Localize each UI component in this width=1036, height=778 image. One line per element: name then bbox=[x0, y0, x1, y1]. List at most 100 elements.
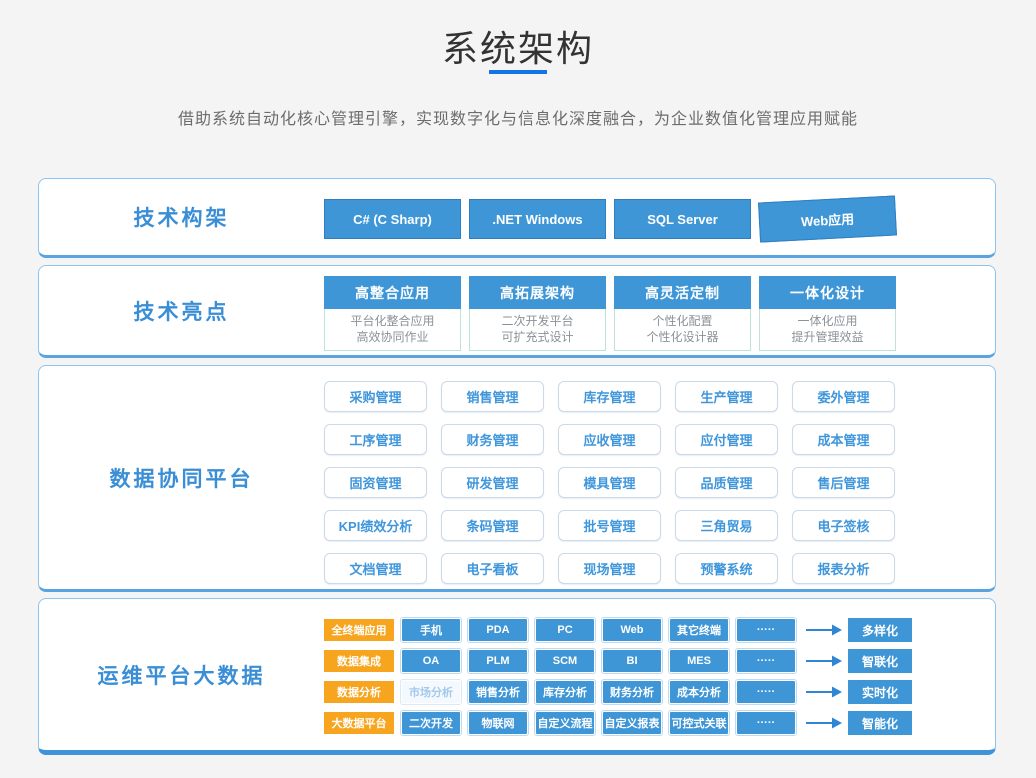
row-tag[interactable]: 数据集成 bbox=[324, 650, 394, 672]
row-chip[interactable]: Web bbox=[603, 619, 661, 641]
module-button[interactable]: 研发管理 bbox=[441, 467, 544, 498]
module-button[interactable]: KPI绩效分析 bbox=[324, 510, 427, 541]
arrow-right-icon bbox=[806, 717, 842, 729]
row-chip[interactable]: PLM bbox=[469, 650, 527, 672]
row-chip[interactable]: 二次开发 bbox=[402, 712, 460, 734]
arrow-right-icon bbox=[806, 655, 842, 667]
row-tag[interactable]: 数据分析 bbox=[324, 681, 394, 703]
module-button[interactable]: 成本管理 bbox=[792, 424, 895, 455]
title-underline bbox=[489, 70, 547, 74]
row-chip[interactable]: 库存分析 bbox=[536, 681, 594, 703]
row-chip[interactable]: SCM bbox=[536, 650, 594, 672]
module-button[interactable]: 工序管理 bbox=[324, 424, 427, 455]
bigdata-row-platform: 大数据平台 二次开发 物联网 自定义流程 自定义报表 可控式关联 ····· 智… bbox=[324, 711, 912, 735]
bigdata-rows: 全终端应用 手机 PDA PC Web 其它终端 ····· 多样化 数据集成 … bbox=[324, 618, 912, 742]
bigdata-row-terminals: 全终端应用 手机 PDA PC Web 其它终端 ····· 多样化 bbox=[324, 618, 912, 642]
row-chip-ellipsis[interactable]: ····· bbox=[737, 681, 795, 703]
card-line: 提升管理效益 bbox=[760, 329, 895, 345]
data-platform-label: 数据协同平台 bbox=[39, 366, 324, 589]
row-chip[interactable]: 销售分析 bbox=[469, 681, 527, 703]
arrow-right-icon bbox=[806, 624, 842, 636]
row-chip[interactable]: OA bbox=[402, 650, 460, 672]
highlight-card-integration: 高整合应用 平台化整合应用 高效协同作业 bbox=[324, 276, 461, 351]
bigdata-row-analysis: 数据分析 市场分析 销售分析 库存分析 财务分析 成本分析 ····· 实时化 bbox=[324, 680, 912, 704]
module-button[interactable]: 售后管理 bbox=[792, 467, 895, 498]
module-button[interactable]: 固资管理 bbox=[324, 467, 427, 498]
card-title: 一体化设计 bbox=[759, 276, 896, 309]
row-chip-ellipsis[interactable]: ····· bbox=[737, 712, 795, 734]
highlight-cards-row: 高整合应用 平台化整合应用 高效协同作业 高拓展架构 二次开发平台 可扩充式设计… bbox=[324, 276, 904, 351]
card-line: 可扩充式设计 bbox=[470, 329, 605, 345]
highlights-label: 技术亮点 bbox=[39, 266, 324, 355]
arrow-right-icon bbox=[806, 686, 842, 698]
row-chip[interactable]: BI bbox=[603, 650, 661, 672]
module-button[interactable]: 三角贸易 bbox=[675, 510, 778, 541]
module-button[interactable]: 现场管理 bbox=[558, 553, 661, 584]
row-chip[interactable]: 其它终端 bbox=[670, 619, 728, 641]
module-button[interactable]: 应付管理 bbox=[675, 424, 778, 455]
row-chip[interactable]: 物联网 bbox=[469, 712, 527, 734]
card-line: 一体化应用 bbox=[760, 313, 895, 329]
row-chip-ellipsis[interactable]: ····· bbox=[737, 619, 795, 641]
row-chip[interactable]: 自定义报表 bbox=[603, 712, 661, 734]
module-button[interactable]: 条码管理 bbox=[441, 510, 544, 541]
module-grid: 采购管理 销售管理 库存管理 生产管理 委外管理 工序管理 财务管理 应收管理 … bbox=[324, 381, 910, 584]
module-button[interactable]: 报表分析 bbox=[792, 553, 895, 584]
module-button[interactable]: 模具管理 bbox=[558, 467, 661, 498]
module-button[interactable]: 文档管理 bbox=[324, 553, 427, 584]
row-chip[interactable]: 自定义流程 bbox=[536, 712, 594, 734]
module-button[interactable]: 生产管理 bbox=[675, 381, 778, 412]
panel-data-platform: 数据协同平台 采购管理 销售管理 库存管理 生产管理 委外管理 工序管理 财务管… bbox=[38, 365, 996, 592]
card-title: 高拓展架构 bbox=[469, 276, 606, 309]
card-title: 高整合应用 bbox=[324, 276, 461, 309]
bigdata-label: 运维平台大数据 bbox=[39, 599, 324, 750]
card-line: 二次开发平台 bbox=[470, 313, 605, 329]
row-chip[interactable]: 手机 bbox=[402, 619, 460, 641]
highlight-card-allinone: 一体化设计 一体化应用 提升管理效益 bbox=[759, 276, 896, 351]
card-line: 个性化设计器 bbox=[615, 329, 750, 345]
result-button[interactable]: 实时化 bbox=[848, 680, 912, 704]
page-subtitle: 借助系统自动化核心管理引擎，实现数字化与信息化深度融合，为企业数值化管理应用赋能 bbox=[0, 105, 1036, 129]
module-button[interactable]: 库存管理 bbox=[558, 381, 661, 412]
card-line: 高效协同作业 bbox=[325, 329, 460, 345]
result-button[interactable]: 智能化 bbox=[848, 711, 912, 735]
card-line: 平台化整合应用 bbox=[325, 313, 460, 329]
row-chip[interactable]: 可控式关联 bbox=[670, 712, 728, 734]
tech-stack-label: 技术构架 bbox=[39, 179, 324, 255]
module-button[interactable]: 电子看板 bbox=[441, 553, 544, 584]
panel-tech-stack: 技术构架 C# (C Sharp) .NET Windows SQL Serve… bbox=[38, 178, 996, 258]
row-chip[interactable]: PC bbox=[536, 619, 594, 641]
tech-button-webapp[interactable]: Web应用 bbox=[758, 195, 897, 242]
tech-button-csharp[interactable]: C# (C Sharp) bbox=[324, 199, 461, 239]
row-chip[interactable]: 市场分析 bbox=[402, 681, 460, 703]
row-chip[interactable]: 成本分析 bbox=[670, 681, 728, 703]
panel-highlights: 技术亮点 高整合应用 平台化整合应用 高效协同作业 高拓展架构 二次开发平台 可… bbox=[38, 265, 996, 358]
card-line: 个性化配置 bbox=[615, 313, 750, 329]
row-chip[interactable]: MES bbox=[670, 650, 728, 672]
row-tag[interactable]: 大数据平台 bbox=[324, 712, 394, 734]
module-button[interactable]: 委外管理 bbox=[792, 381, 895, 412]
module-button[interactable]: 品质管理 bbox=[675, 467, 778, 498]
highlight-card-extension: 高拓展架构 二次开发平台 可扩充式设计 bbox=[469, 276, 606, 351]
row-chip[interactable]: 财务分析 bbox=[603, 681, 661, 703]
bigdata-row-integration: 数据集成 OA PLM SCM BI MES ····· 智联化 bbox=[324, 649, 912, 673]
card-title: 高灵活定制 bbox=[614, 276, 751, 309]
module-button[interactable]: 批号管理 bbox=[558, 510, 661, 541]
result-button[interactable]: 智联化 bbox=[848, 649, 912, 673]
module-button[interactable]: 销售管理 bbox=[441, 381, 544, 412]
tech-button-row: C# (C Sharp) .NET Windows SQL Server Web… bbox=[324, 199, 904, 239]
row-chip[interactable]: PDA bbox=[469, 619, 527, 641]
tech-button-sqlserver[interactable]: SQL Server bbox=[614, 199, 751, 239]
module-button[interactable]: 财务管理 bbox=[441, 424, 544, 455]
panel-bigdata: 运维平台大数据 全终端应用 手机 PDA PC Web 其它终端 ····· 多… bbox=[38, 598, 996, 755]
module-button[interactable]: 应收管理 bbox=[558, 424, 661, 455]
highlight-card-flexibility: 高灵活定制 个性化配置 个性化设计器 bbox=[614, 276, 751, 351]
module-button[interactable]: 预警系统 bbox=[675, 553, 778, 584]
result-button[interactable]: 多样化 bbox=[848, 618, 912, 642]
row-chip-ellipsis[interactable]: ····· bbox=[737, 650, 795, 672]
tech-button-dotnet[interactable]: .NET Windows bbox=[469, 199, 606, 239]
module-button[interactable]: 电子签核 bbox=[792, 510, 895, 541]
row-tag[interactable]: 全终端应用 bbox=[324, 619, 394, 641]
module-button[interactable]: 采购管理 bbox=[324, 381, 427, 412]
page-title: 系统架构 bbox=[0, 20, 1036, 72]
